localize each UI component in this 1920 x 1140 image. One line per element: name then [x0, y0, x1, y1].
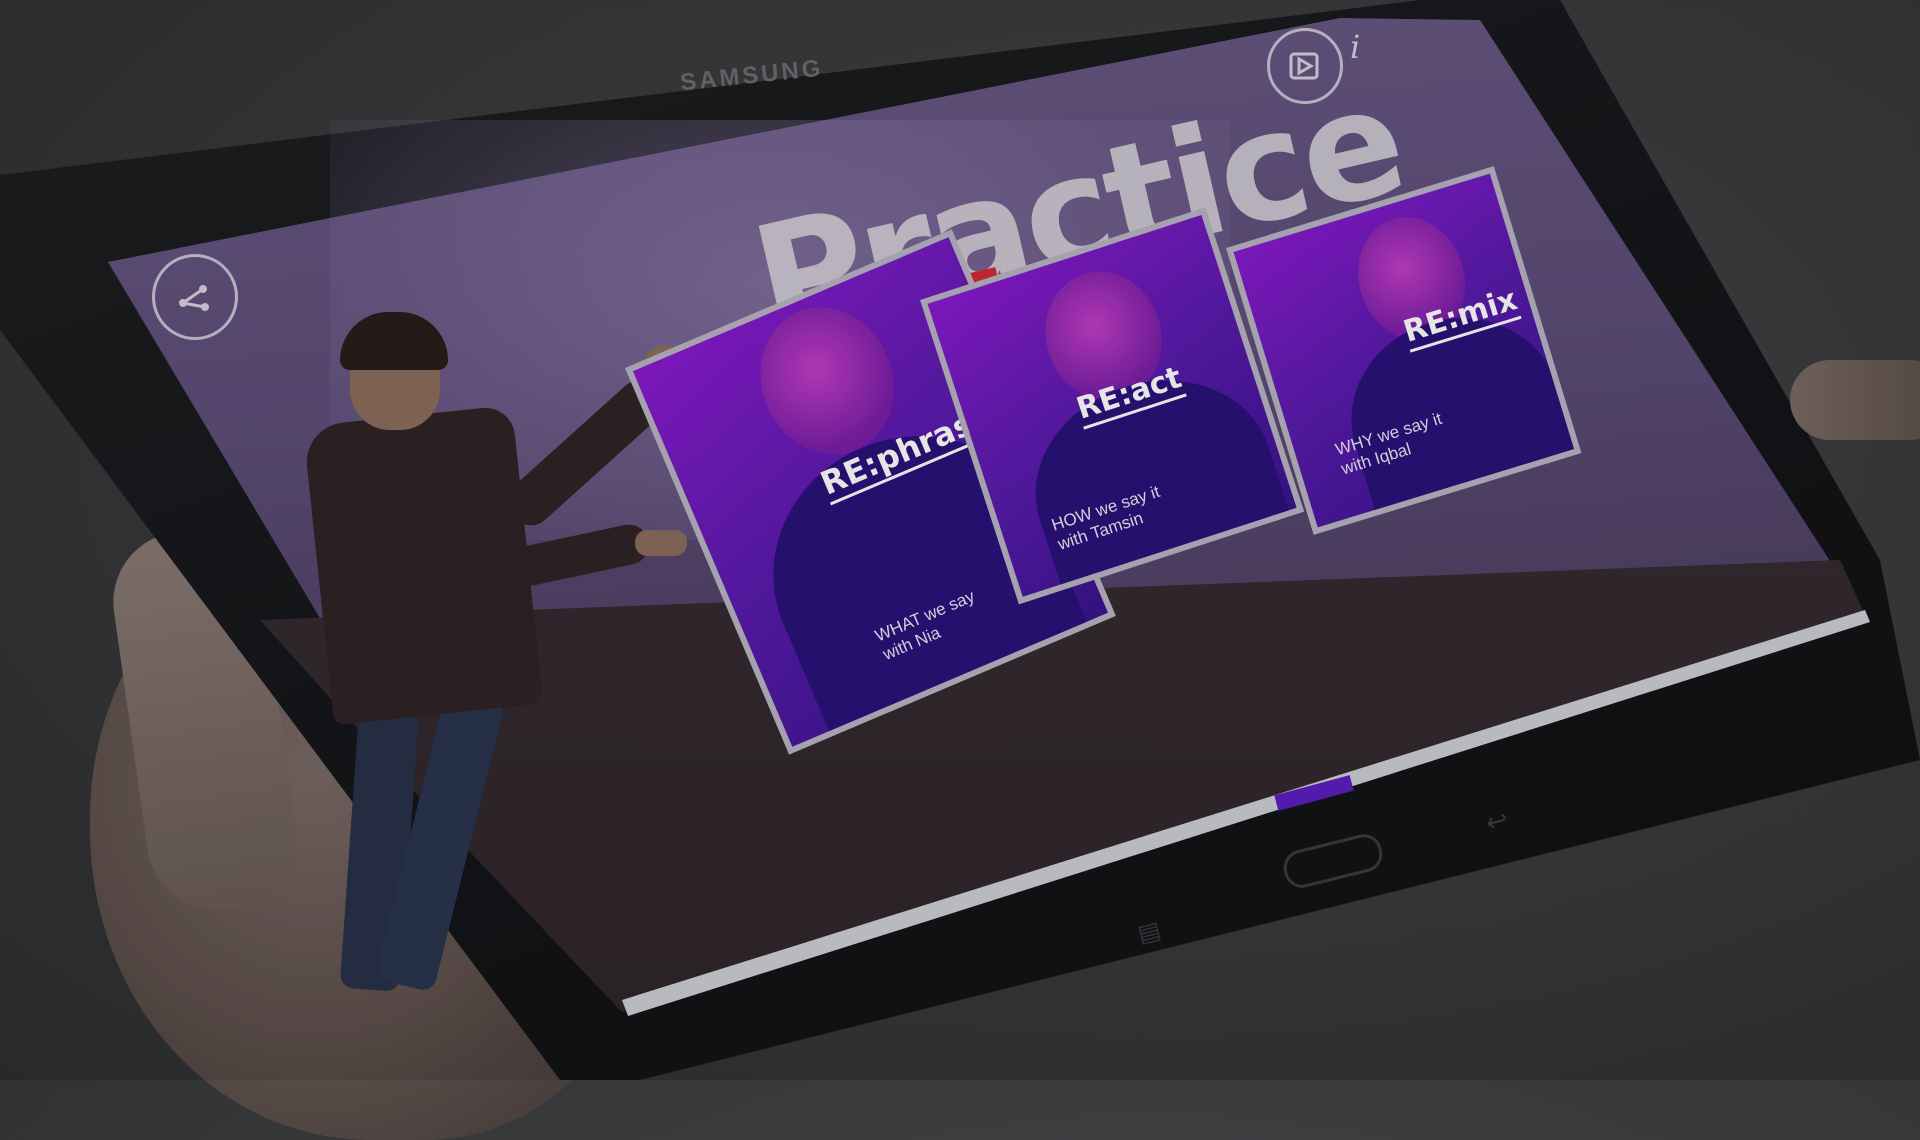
presenter-hair [340, 312, 448, 370]
presenter-hand [635, 530, 687, 556]
share-button[interactable] [152, 254, 238, 340]
right-thumb [1790, 360, 1920, 440]
presenter-arm [507, 520, 653, 590]
tablet-device: SAMSUNG i Practice RE:phrase WHAT we say… [0, 0, 1920, 1080]
share-icon [179, 285, 209, 311]
presenter-torso [302, 404, 544, 726]
